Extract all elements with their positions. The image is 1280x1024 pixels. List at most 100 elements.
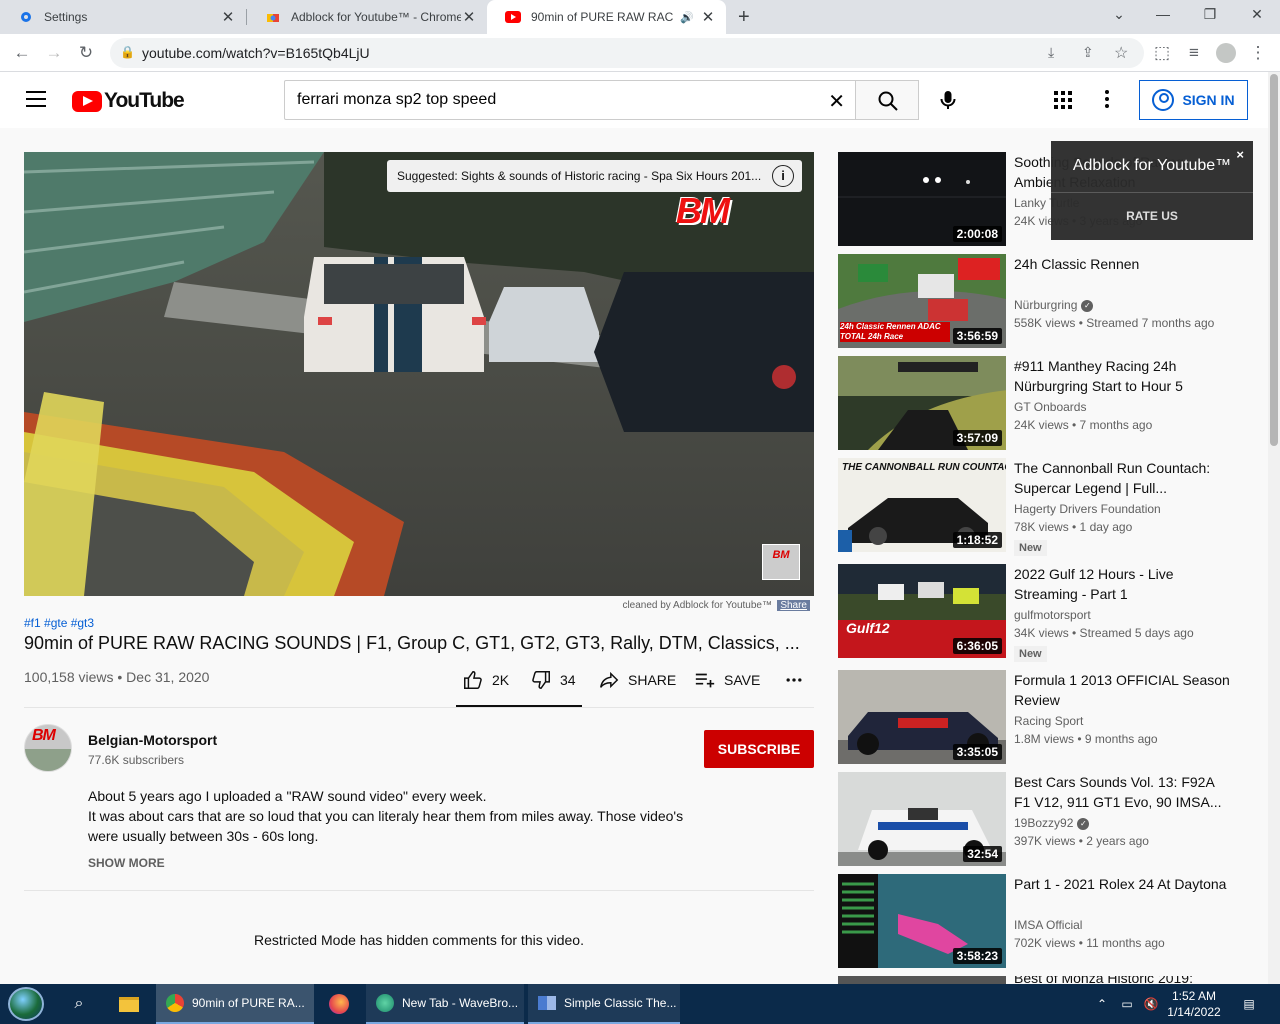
info-icon[interactable]: i xyxy=(772,165,794,187)
start-button-icon[interactable] xyxy=(8,987,44,1021)
profile-avatar-icon[interactable] xyxy=(1216,43,1236,63)
system-clock[interactable]: 1:52 AM 1/14/2022 xyxy=(1162,988,1226,1020)
video-thumbnail[interactable]: 24h Classic Rennen ADAC TOTAL 24h Race 3… xyxy=(838,254,1006,348)
video-thumbnail[interactable] xyxy=(838,976,1006,984)
menu-icon[interactable] xyxy=(26,91,46,107)
search-icon[interactable]: ⌕ xyxy=(66,984,92,1024)
recommendation-item[interactable]: 3:57:09 #911 Manthey Racing 24h Nürburgr… xyxy=(838,356,1258,450)
tab-title: Settings xyxy=(44,10,88,24)
close-tab-icon[interactable]: ✕ xyxy=(461,8,477,26)
search-box[interactable]: ✕ xyxy=(284,80,856,120)
file-explorer-icon[interactable] xyxy=(116,984,142,1024)
recommendation-item[interactable]: 24h Classic Rennen ADAC TOTAL 24h Race 3… xyxy=(838,254,1258,348)
address-bar[interactable]: 🔒 youtube.com/watch?v=B165tQb4LjU ⤓ ⇪ ☆ xyxy=(110,38,1144,68)
chevron-up-icon[interactable]: ⌃ xyxy=(1094,984,1110,1024)
recommendation-title[interactable]: 2022 Gulf 12 Hours - Live Streaming - Pa… xyxy=(1014,564,1230,604)
share-page-icon[interactable]: ⇪ xyxy=(1082,44,1094,61)
reload-icon[interactable]: ↻ xyxy=(76,43,96,63)
firefox-icon[interactable] xyxy=(326,984,352,1024)
chrome-menu-icon[interactable]: ⋮ xyxy=(1248,43,1268,63)
subscribe-button[interactable]: SUBSCRIBE xyxy=(704,730,814,768)
extensions-puzzle-icon[interactable]: ⬚ xyxy=(1152,43,1172,63)
recommendation-title[interactable]: Best Cars Sounds Vol. 13: F92A F1 V12, 9… xyxy=(1014,772,1230,812)
dislike-button[interactable]: 34 xyxy=(530,670,576,690)
recommendation-item[interactable]: THE CANNONBALL RUN COUNTACH 1:18:52 The … xyxy=(838,458,1258,556)
install-app-icon[interactable]: ⤓ xyxy=(1048,44,1054,61)
divider xyxy=(1051,192,1253,193)
notifications-icon[interactable]: ▤ xyxy=(1238,984,1260,1024)
recommendation-item[interactable]: 3:35:05 Formula 1 2013 OFFICIAL Season R… xyxy=(838,670,1258,764)
search-input[interactable] xyxy=(297,91,817,109)
back-icon[interactable]: ← xyxy=(12,43,32,63)
close-tab-icon[interactable]: ✕ xyxy=(700,8,716,26)
reading-list-icon[interactable]: ≡ xyxy=(1184,43,1204,63)
share-button[interactable]: SHARE xyxy=(598,670,676,690)
recommendation-title[interactable]: 24h Classic Rennen xyxy=(1014,254,1230,274)
rate-us-button[interactable]: RATE US xyxy=(1051,209,1253,223)
tab-settings[interactable]: Settings ✕ xyxy=(0,0,246,34)
description-line: About 5 years ago I uploaded a "RAW soun… xyxy=(88,788,487,804)
video-thumbnail[interactable]: 3:35:05 xyxy=(838,670,1006,764)
recommendation-item[interactable]: 3:58:23 Part 1 - 2021 Rolex 24 At Dayton… xyxy=(838,874,1258,968)
video-thumbnail[interactable]: Gulf12 6:36:05 xyxy=(838,564,1006,658)
video-player[interactable]: Suggested: Sights & sounds of Historic r… xyxy=(24,152,814,596)
recommendation-title[interactable]: Part 1 - 2021 Rolex 24 At Daytona xyxy=(1014,874,1230,894)
adblock-share-link[interactable]: Share xyxy=(777,600,810,611)
video-thumbnail[interactable]: 32:54 xyxy=(838,772,1006,866)
video-thumbnail[interactable]: THE CANNONBALL RUN COUNTACH 1:18:52 xyxy=(838,458,1006,552)
more-actions-button[interactable] xyxy=(784,670,804,690)
show-more-button[interactable]: SHOW MORE xyxy=(88,856,165,870)
new-tab-button[interactable]: + xyxy=(738,6,750,29)
recommendation-title[interactable]: The Cannonball Run Countach: Supercar Le… xyxy=(1014,458,1230,498)
sign-in-button[interactable]: SIGN IN xyxy=(1139,80,1248,120)
restore-button[interactable]: ❐ xyxy=(1199,6,1221,23)
tab-youtube-video[interactable]: 90min of PURE RAW RACING 🔊 ✕ xyxy=(487,0,726,34)
recommendation-title[interactable]: Formula 1 2013 OFFICIAL Season Review xyxy=(1014,670,1230,710)
tab-search-icon[interactable]: ⌄ xyxy=(1108,6,1130,23)
bookmark-star-icon[interactable]: ☆ xyxy=(1114,43,1128,63)
taskbar-wavebrowser-window[interactable]: New Tab - WaveBro... xyxy=(366,984,524,1024)
recommendation-channel[interactable]: gulfmotorsport xyxy=(1014,608,1091,622)
recommendation-item[interactable]: Best of Monza Historic 2019: xyxy=(838,976,1258,984)
recommendation-channel[interactable]: 19Bozzy92 ✓ xyxy=(1014,816,1090,830)
close-tab-icon[interactable]: ✕ xyxy=(220,8,236,26)
microphone-icon[interactable] xyxy=(936,88,960,112)
suggested-video-card[interactable]: Suggested: Sights & sounds of Historic r… xyxy=(387,160,802,192)
recommendation-item[interactable]: Gulf12 6:36:05 2022 Gulf 12 Hours - Live… xyxy=(838,564,1258,662)
hashtags[interactable]: #f1 #gte #gt3 xyxy=(24,616,94,630)
minimize-button[interactable]: — xyxy=(1152,6,1174,22)
network-icon[interactable]: ▭ xyxy=(1118,984,1136,1024)
youtube-logo[interactable]: YouTube xyxy=(72,89,185,113)
recommendation-channel[interactable]: Nürburgring ✓ xyxy=(1014,298,1094,312)
close-window-button[interactable]: ✕ xyxy=(1246,6,1268,23)
recommendation-channel[interactable]: Racing Sport xyxy=(1014,714,1083,728)
like-button[interactable]: 2K xyxy=(462,670,509,690)
clear-search-icon[interactable]: ✕ xyxy=(828,89,845,114)
channel-name[interactable]: Belgian-Motorsport xyxy=(88,732,217,748)
recommendation-title[interactable]: Best of Monza Historic 2019: xyxy=(1014,976,1230,984)
apps-grid-icon[interactable] xyxy=(1054,91,1072,109)
recommendation-channel[interactable]: IMSA Official xyxy=(1014,918,1082,932)
recommendation-channel[interactable]: Hagerty Drivers Foundation xyxy=(1014,502,1161,516)
tab-adblock[interactable]: Adblock for Youtube™ - Chrome We ✕ xyxy=(247,0,487,34)
recommendation-title[interactable]: #911 Manthey Racing 24h Nürburgring Star… xyxy=(1014,356,1230,396)
speaker-icon[interactable]: 🔊 xyxy=(680,11,694,24)
url-text[interactable]: youtube.com/watch?v=B165tQb4LjU xyxy=(142,45,370,61)
page-scrollbar[interactable] xyxy=(1268,72,1280,984)
video-thumbnail[interactable]: 2:00:08 xyxy=(838,152,1006,246)
taskbar-classic-theme-window[interactable]: Simple Classic The... xyxy=(528,984,680,1024)
recommendation-meta: 702K views • 11 months ago xyxy=(1014,936,1165,950)
forward-icon[interactable]: → xyxy=(44,43,64,63)
search-button[interactable] xyxy=(855,80,919,120)
scrollbar-thumb[interactable] xyxy=(1270,74,1278,446)
volume-muted-icon[interactable]: 🔇 xyxy=(1142,984,1160,1024)
taskbar-chrome-window[interactable]: 90min of PURE RA... xyxy=(156,984,314,1024)
video-thumbnail[interactable]: 3:57:09 xyxy=(838,356,1006,450)
video-thumbnail[interactable]: 3:58:23 xyxy=(838,874,1006,968)
recommendation-item[interactable]: 32:54 Best Cars Sounds Vol. 13: F92A F1 … xyxy=(838,772,1258,866)
recommendation-channel[interactable]: GT Onboards xyxy=(1014,400,1086,414)
channel-avatar[interactable]: BM xyxy=(24,724,72,772)
save-button[interactable]: SAVE xyxy=(694,670,760,690)
branding-watermark[interactable]: BM xyxy=(762,544,800,580)
settings-more-icon[interactable] xyxy=(1104,90,1110,110)
